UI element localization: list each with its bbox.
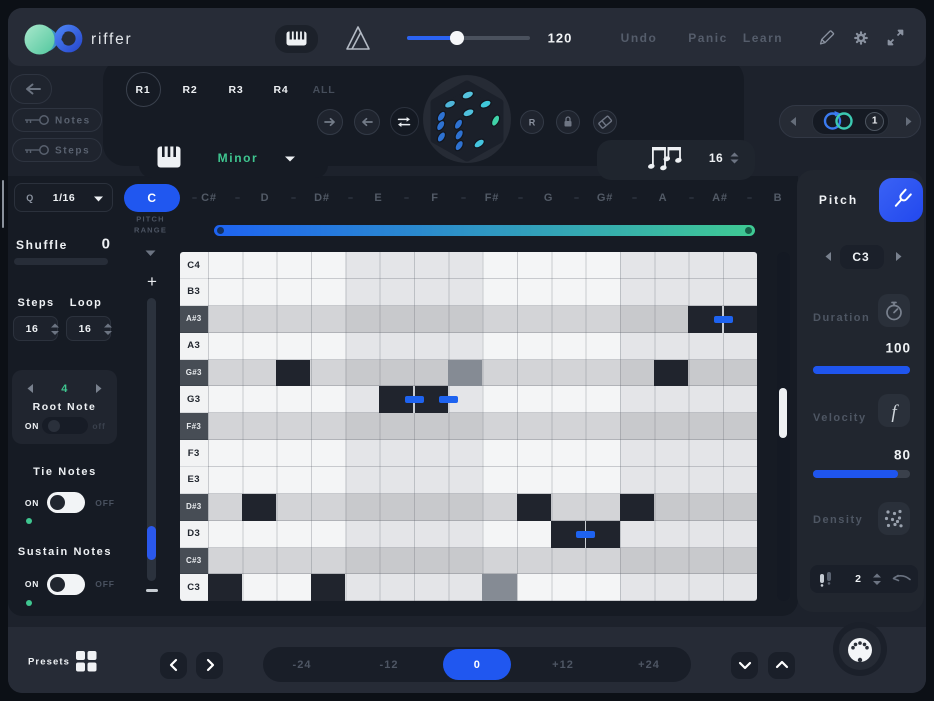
svg-text:f: f: [891, 402, 899, 423]
svg-text:R: R: [529, 118, 536, 128]
